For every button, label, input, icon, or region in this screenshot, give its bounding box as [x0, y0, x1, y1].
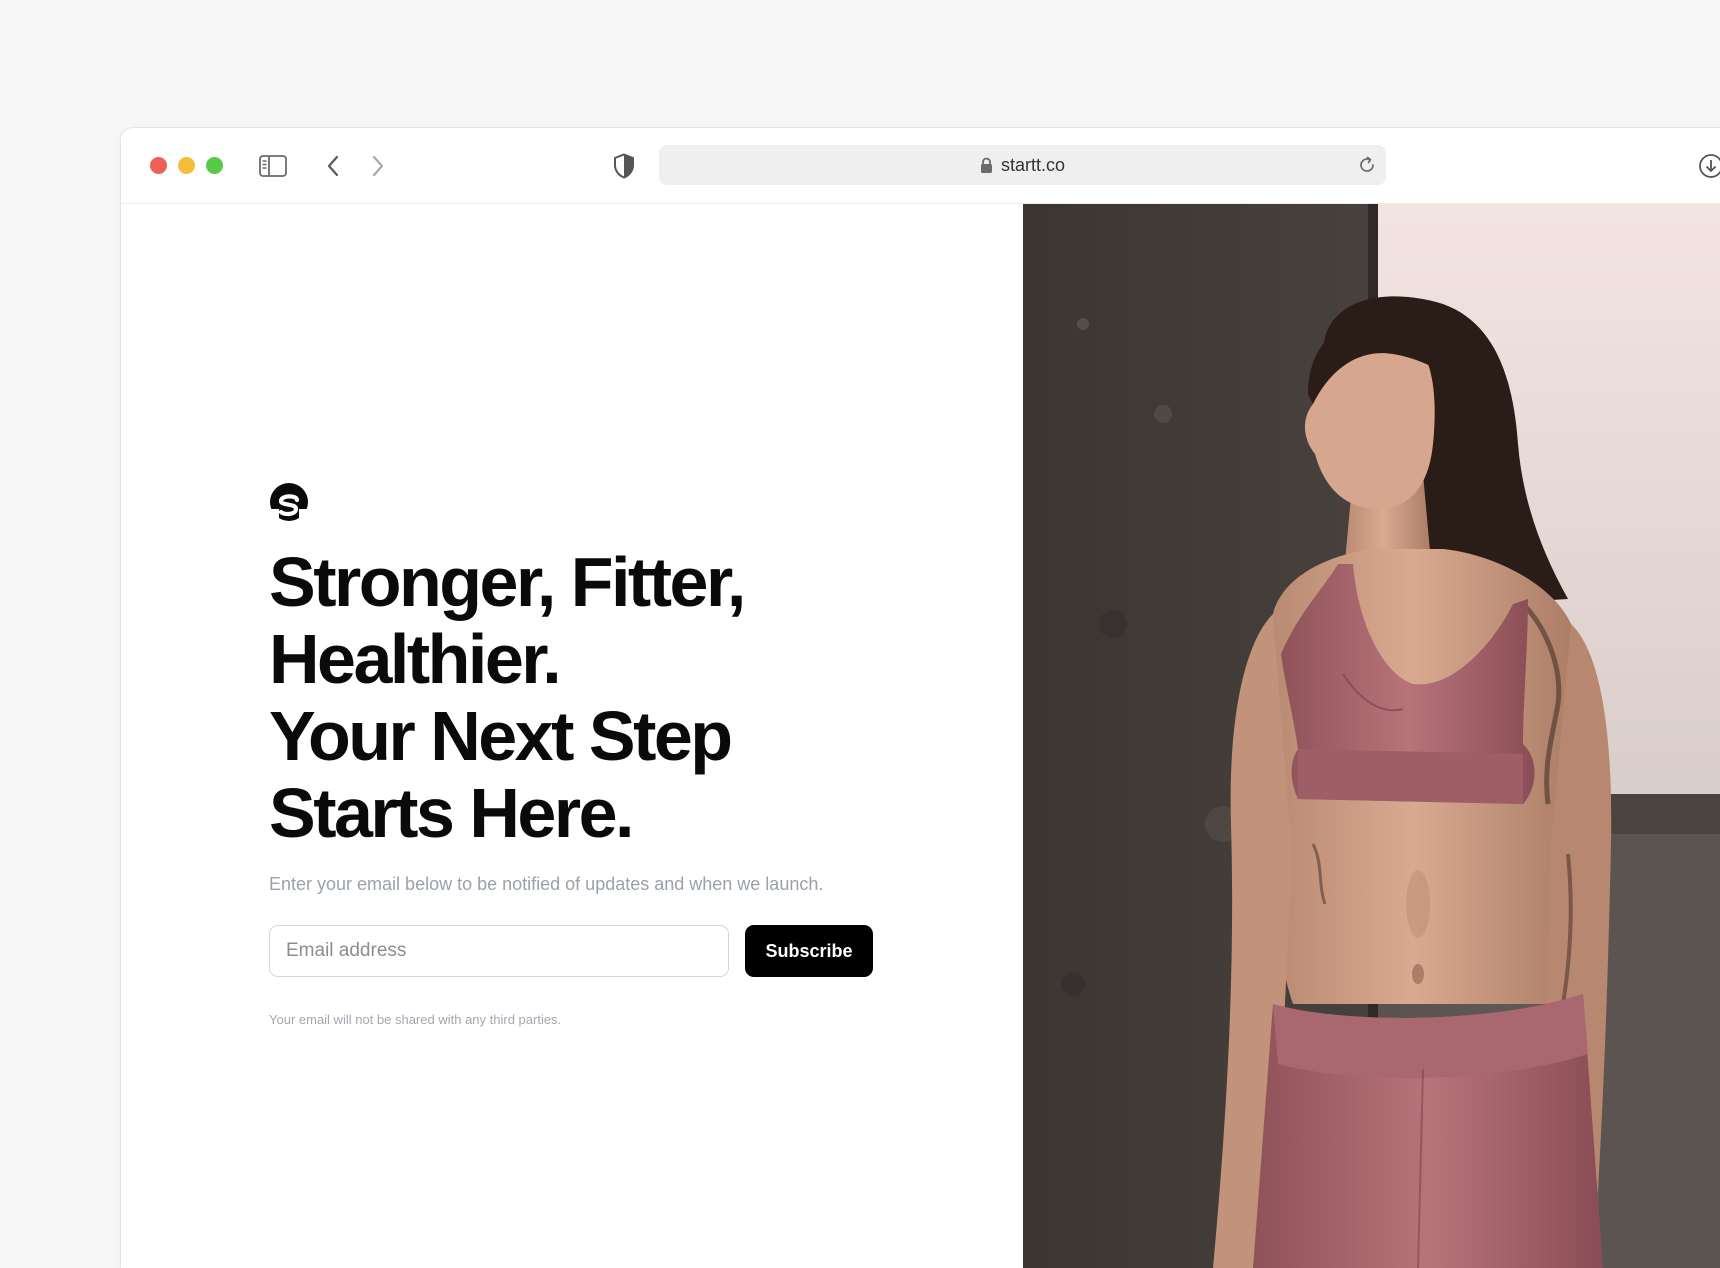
- fitness-woman-photo: [1023, 204, 1720, 1268]
- signup-panel: Stronger, Fitter, Healthier. Your Next S…: [121, 204, 1023, 1268]
- headline-line: Healthier.: [269, 620, 562, 698]
- headline-line: Starts Here.: [269, 774, 634, 852]
- close-window-button[interactable]: [150, 157, 167, 174]
- minimize-window-button[interactable]: [178, 157, 195, 174]
- shield-icon: [614, 153, 634, 179]
- privacy-shield-button[interactable]: [610, 151, 638, 181]
- reload-icon: [1360, 156, 1374, 172]
- privacy-note: Your email will not be shared with any t…: [269, 1012, 562, 1027]
- email-input[interactable]: [269, 925, 729, 977]
- brand-logo-icon: [269, 483, 309, 522]
- address-bar[interactable]: startt.co: [659, 145, 1386, 185]
- headline-line: Stronger, Fitter,: [269, 543, 746, 621]
- back-button[interactable]: [319, 151, 347, 181]
- headline-line: Your Next Step: [269, 697, 733, 775]
- sidebar-toggle-button[interactable]: [258, 151, 288, 181]
- page-content: Stronger, Fitter, Healthier. Your Next S…: [121, 204, 1720, 1268]
- chevron-left-icon: [327, 155, 339, 177]
- url-text: startt.co: [1000, 154, 1066, 175]
- download-icon: [1699, 154, 1720, 178]
- hero-image: [1023, 204, 1720, 1268]
- reload-button[interactable]: [1356, 154, 1378, 176]
- downloads-button[interactable]: [1696, 151, 1720, 181]
- forward-button[interactable]: [364, 151, 392, 181]
- brand-logo[interactable]: [269, 482, 309, 527]
- browser-toolbar: startt.co: [121, 128, 1720, 204]
- chevron-right-icon: [372, 155, 384, 177]
- maximize-window-button[interactable]: [206, 157, 223, 174]
- hero-subtext: Enter your email below to be notified of…: [269, 874, 824, 894]
- hero-headline: Stronger, Fitter, Healthier. Your Next S…: [269, 544, 889, 852]
- subscribe-button[interactable]: Subscribe: [745, 925, 873, 977]
- lock-icon: [980, 157, 992, 173]
- sidebar-toggle-icon: [259, 155, 287, 177]
- browser-window: startt.co Stronger, Fitter, Healthier. Y…: [121, 128, 1720, 1268]
- window-controls: [150, 157, 223, 174]
